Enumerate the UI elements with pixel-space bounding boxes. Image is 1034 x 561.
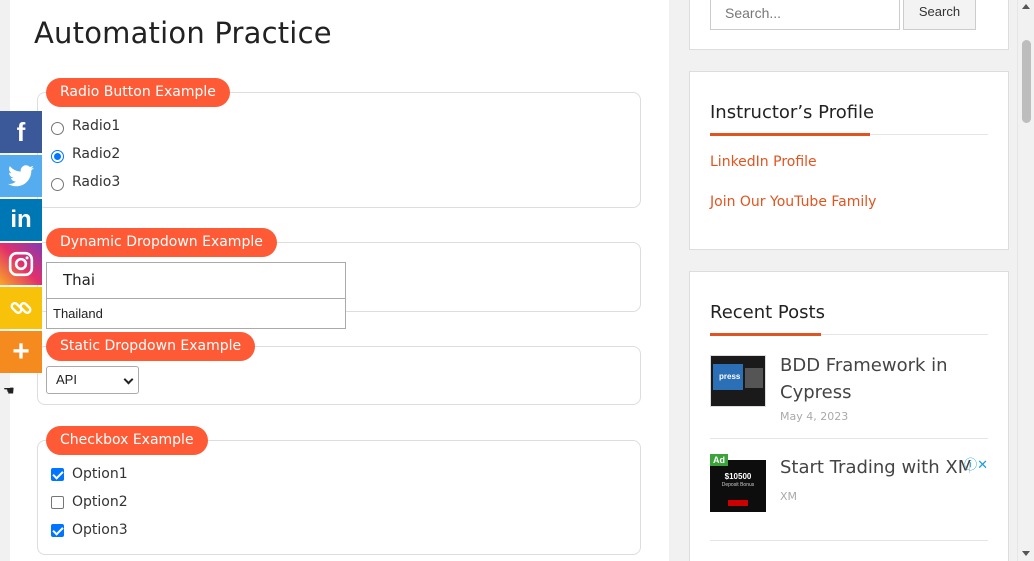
search-button[interactable]: Search xyxy=(903,0,976,30)
sponsored-post-item[interactable]: $10500 Deposit Bonus Ad Start Trading wi… xyxy=(710,454,988,514)
linkedin-icon[interactable]: in xyxy=(0,199,42,241)
facebook-icon[interactable]: f xyxy=(0,111,42,153)
recent-posts-widget: Recent Posts press BDD Framework in Cypr… xyxy=(689,271,1009,561)
radio-label: Radio3 xyxy=(72,174,121,190)
page-scrollbar[interactable] xyxy=(1017,0,1034,561)
radio-button[interactable] xyxy=(51,149,64,163)
static-dropdown-select[interactable]: API xyxy=(46,366,139,394)
post-date: May 4, 2023 xyxy=(780,410,849,423)
radio-legend: Radio Button Example xyxy=(46,78,230,107)
checkbox-option-3[interactable]: Option3 xyxy=(51,519,128,541)
post-divider xyxy=(710,540,988,541)
checkbox-legend: Checkbox Example xyxy=(46,426,208,455)
widget-title: Instructor’s Profile xyxy=(710,102,875,123)
post-title-line-1[interactable]: BDD Framework in xyxy=(780,352,948,379)
checkbox-fieldset: Option1 Option2 Option3 xyxy=(37,440,641,555)
post-divider xyxy=(710,438,988,439)
twitter-icon[interactable] xyxy=(0,155,42,197)
scrollbar-thumb[interactable] xyxy=(1022,40,1031,123)
copy-link-icon[interactable] xyxy=(0,287,42,329)
radio-label: Radio1 xyxy=(72,118,121,134)
youtube-link[interactable]: Join Our YouTube Family xyxy=(710,194,876,210)
checkbox-label: Option2 xyxy=(72,494,128,510)
social-share-bar: f in + xyxy=(0,111,42,375)
post-thumbnail[interactable]: press xyxy=(710,355,766,407)
radio-option-3[interactable]: Radio3 xyxy=(51,171,120,193)
linkedin-profile-link[interactable]: LinkedIn Profile xyxy=(710,154,817,170)
hide-share-bar-icon[interactable]: ☚ xyxy=(3,384,15,399)
search-widget: Search... Search xyxy=(689,0,1009,50)
scroll-up-icon[interactable] xyxy=(1022,4,1030,9)
chevron-down-icon xyxy=(123,374,134,385)
radio-button[interactable] xyxy=(51,177,64,191)
search-input[interactable]: Search... xyxy=(710,0,900,30)
dynamic-dropdown-legend: Dynamic Dropdown Example xyxy=(46,228,277,257)
ad-thumbnail[interactable]: $10500 Deposit Bonus xyxy=(710,460,766,512)
checkbox-option-1[interactable]: Option1 xyxy=(51,463,128,485)
post-title-line-2[interactable]: Cypress xyxy=(780,379,851,406)
radio-label: Radio2 xyxy=(72,146,121,162)
checkbox-option-2[interactable]: Option2 xyxy=(51,491,128,513)
post-title[interactable]: Start Trading with XM xyxy=(780,454,970,481)
widget-divider xyxy=(710,133,988,136)
radio-fieldset: Radio1 Radio2 Radio3 xyxy=(37,92,641,208)
instagram-icon[interactable] xyxy=(0,243,42,285)
post-source: XM xyxy=(780,490,798,503)
more-share-icon[interactable]: + xyxy=(0,331,42,373)
page-title: Automation Practice xyxy=(34,16,332,50)
widget-title: Recent Posts xyxy=(710,302,825,323)
checkbox-label: Option1 xyxy=(72,466,128,482)
close-icon[interactable]: ✕ xyxy=(977,458,988,473)
main-content: Automation Practice Radio1 Radio2 Radio3… xyxy=(10,0,669,561)
radio-button[interactable] xyxy=(51,121,64,135)
widget-divider xyxy=(710,333,988,336)
radio-option-2[interactable]: Radio2 xyxy=(51,143,120,165)
checkbox[interactable] xyxy=(51,495,64,509)
ad-choices-icon[interactable]: ⓘ✕ xyxy=(964,454,988,473)
static-dropdown-legend: Static Dropdown Example xyxy=(46,332,256,361)
radio-option-1[interactable]: Radio1 xyxy=(51,115,120,137)
select-value: API xyxy=(56,372,77,387)
autocomplete-suggestion[interactable]: Thailand xyxy=(46,299,346,329)
scroll-down-icon[interactable] xyxy=(1022,551,1030,556)
checkbox-label: Option3 xyxy=(72,522,128,538)
ad-badge: Ad xyxy=(710,454,728,466)
country-autocomplete-input[interactable]: Thai xyxy=(46,262,346,299)
checkbox[interactable] xyxy=(51,467,64,481)
instructor-widget: Instructor’s Profile LinkedIn Profile Jo… xyxy=(689,71,1009,250)
checkbox[interactable] xyxy=(51,523,64,537)
recent-post-item[interactable]: press BDD Framework in Cypress May 4, 20… xyxy=(710,352,988,423)
